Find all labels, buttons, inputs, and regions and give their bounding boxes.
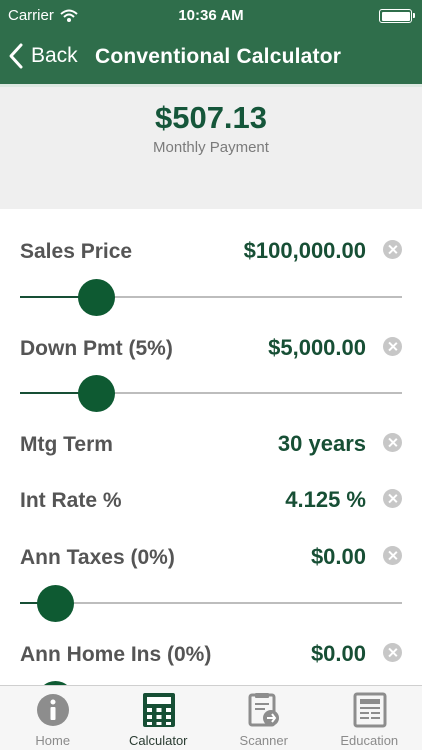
slider-thumb[interactable] [78,375,116,412]
down-payment-label: Down Pmt (5%) [20,337,173,360]
chevron-left-icon [9,43,23,69]
down-payment-clear-icon[interactable] [383,337,402,356]
annual-home-insurance-clear-icon[interactable] [383,643,402,662]
payment-summary: $507.13 Monthly Payment [0,87,422,209]
monthly-payment-value: $507.13 [154,100,268,135]
sales-price-value[interactable]: $100,000.00 [244,238,366,264]
tab-education-label: Education [340,733,399,748]
down-payment-slider[interactable] [20,373,402,413]
tab-home-label: Home [35,733,71,748]
slider-thumb[interactable] [78,279,116,316]
battery-icon [379,9,415,23]
mortgage-calculator-screen: Carrier 10:36 AM Back Conventional Calcu… [0,0,422,750]
tab-scanner-label: Scanner [239,733,288,748]
mortgage-term-row: Mtg Term 30 years [20,431,402,461]
mortgage-term-label: Mtg Term [20,433,113,456]
interest-rate-row: Int Rate % 4.125 % [20,487,402,517]
sales-price-slider[interactable] [20,277,402,317]
tab-education[interactable]: Education [317,686,422,750]
status-time: 10:36 AM [178,7,244,24]
info-icon [37,694,69,726]
scanner-icon [248,693,279,727]
back-label: Back [31,44,78,67]
annual-home-insurance-label: Ann Home Ins (0%) [20,643,212,666]
page-title: Conventional Calculator [95,45,342,68]
back-button[interactable]: Back [8,42,78,70]
interest-rate-clear-icon[interactable] [383,489,402,508]
tab-home[interactable]: Home [0,686,106,750]
tab-calculator[interactable]: Calculator [106,686,212,750]
calculator-icon [142,693,175,727]
status-bar: Carrier 10:36 AM [0,0,422,30]
annual-taxes-slider[interactable] [20,583,402,623]
slider-track [20,602,402,604]
calculator-form: Sales Price $100,000.00 Down Pmt (5%) $5… [0,209,422,685]
annual-taxes-value[interactable]: $0.00 [311,544,366,570]
tab-calculator-label: Calculator [128,733,188,748]
interest-rate-value[interactable]: 4.125 % [285,487,366,513]
sales-price-label: Sales Price [20,240,133,263]
annual-taxes-clear-icon[interactable] [383,546,402,565]
mortgage-term-value[interactable]: 30 years [278,431,366,457]
monthly-payment-label: Monthly Payment [153,139,269,156]
annual-taxes-label: Ann Taxes (0%) [20,546,175,569]
sales-price-clear-icon[interactable] [383,240,402,259]
annual-home-insurance-value[interactable]: $0.00 [311,641,366,667]
down-payment-value[interactable]: $5,000.00 [268,335,366,361]
interest-rate-label: Int Rate % [20,489,122,512]
down-payment-row: Down Pmt (5%) $5,000.00 [20,335,402,365]
top-bar: Carrier 10:36 AM Back Conventional Calcu… [0,0,422,87]
annual-taxes-row: Ann Taxes (0%) $0.00 [20,544,402,574]
tab-scanner[interactable]: Scanner [211,686,317,750]
navigation-bar: Back Conventional Calculator [0,30,422,84]
tab-bar: Home Calculator Scanner Education [0,685,422,750]
sales-price-row: Sales Price $100,000.00 [20,238,402,268]
slider-thumb[interactable] [36,585,74,622]
battery-level [381,11,410,21]
annual-home-insurance-row: Ann Home Ins (0%) $0.00 [20,641,402,671]
mortgage-term-clear-icon[interactable] [383,433,402,452]
newspaper-icon [353,692,386,728]
